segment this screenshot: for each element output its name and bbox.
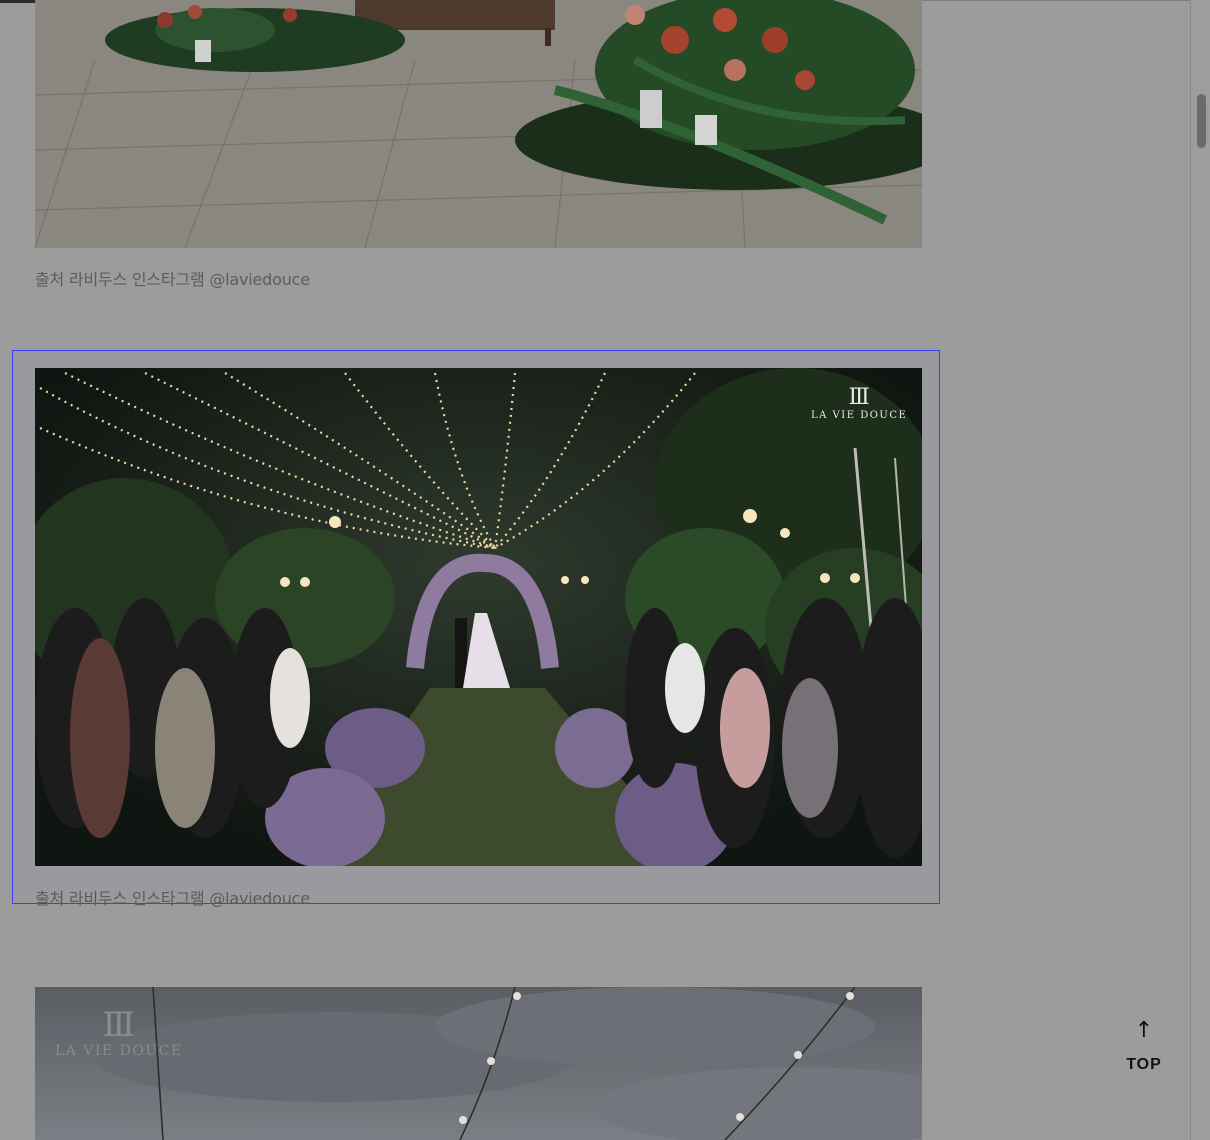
- brand-logo-icon: Ⅲ: [102, 1005, 136, 1045]
- brand-watermark-third: Ⅲ LA VIE DOUCE: [55, 1005, 183, 1059]
- vertical-scrollbar[interactable]: [1190, 0, 1210, 1140]
- floral-arrangement-image: [35, 0, 922, 248]
- scrollbar-thumb[interactable]: [1197, 94, 1206, 148]
- night-garden-wedding-image[interactable]: Ⅲ LA VIE DOUCE: [35, 368, 922, 866]
- image-caption-second: 출처 라비두스 인스타그램 @laviedouce: [35, 889, 310, 908]
- page: 출처 라비두스 인스타그램 @laviedouce Ⅲ LA VIE DOUCE…: [0, 0, 1210, 1140]
- brand-watermark-second: Ⅲ LA VIE DOUCE: [811, 385, 908, 422]
- back-to-top-button[interactable]: ↑ TOP: [1118, 1018, 1170, 1080]
- cloudy-sky-string-lights-image: Ⅲ LA VIE DOUCE: [35, 987, 922, 1140]
- back-to-top-label: TOP: [1126, 1056, 1162, 1073]
- arrow-up-icon: ↑: [1134, 1018, 1154, 1043]
- image-caption-first: 출처 라비두스 인스타그램 @laviedouce: [35, 270, 310, 289]
- brand-logo-icon: Ⅲ: [848, 385, 870, 410]
- top-edge-line: [922, 0, 1190, 1]
